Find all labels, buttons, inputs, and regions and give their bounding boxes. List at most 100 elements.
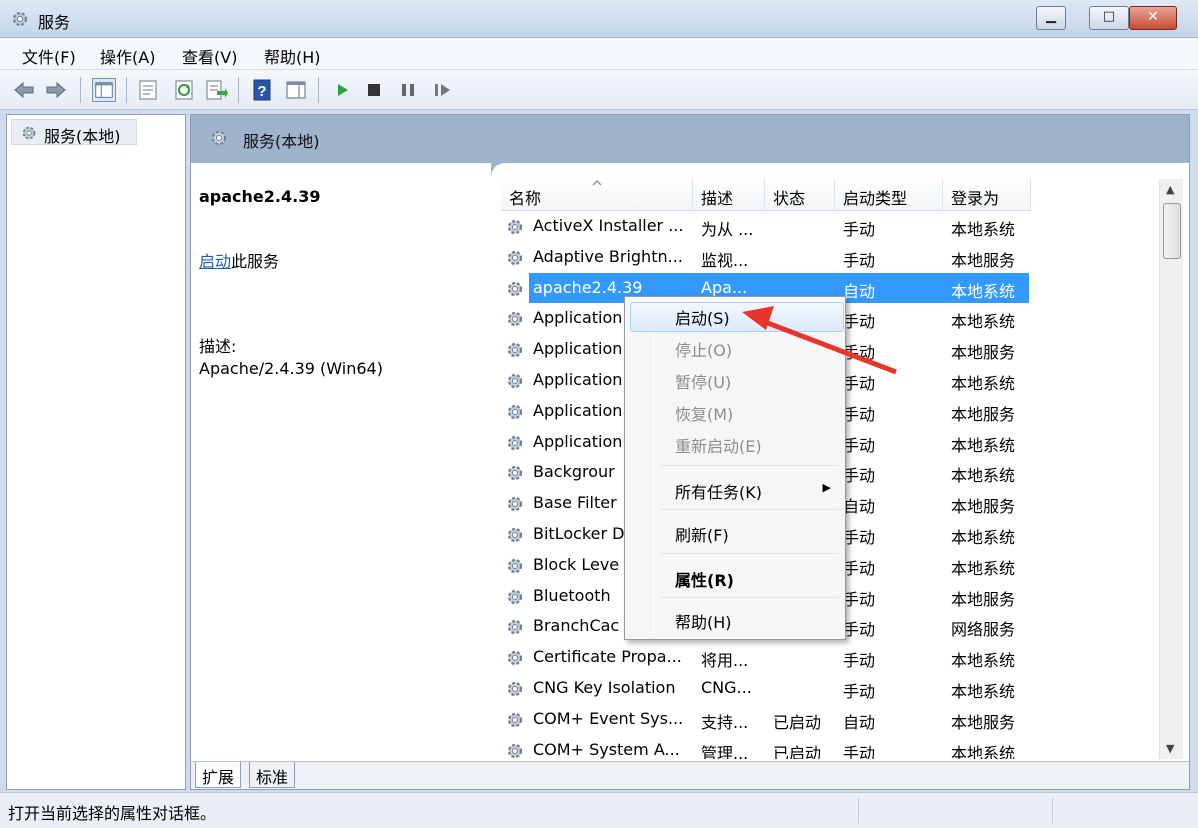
action-suffix: 此服务	[231, 252, 280, 271]
view-tabs: 扩展 标准	[191, 761, 1189, 789]
service-gear-icon	[507, 743, 523, 758]
toolbar-separator	[238, 77, 239, 103]
column-header-label: 描述	[701, 189, 734, 208]
cell-name: COM+ Event Sys...	[533, 708, 684, 728]
status-divider	[1052, 797, 1053, 823]
sort-ascending-icon	[592, 179, 602, 186]
table-row[interactable]: COM+ System A... 管理... 已启动 手动 本地系统	[501, 735, 1159, 759]
cell-logon: 本地服务	[951, 712, 1016, 732]
vertical-scrollbar[interactable]: ▲ ▼	[1159, 179, 1183, 759]
table-row[interactable]: Certificate Propa... 将用... 手动 本地系统	[501, 642, 1159, 673]
services-gear-icon	[13, 12, 27, 26]
service-gear-icon	[507, 527, 523, 543]
tab-extended[interactable]: 扩展	[195, 762, 242, 788]
menu-item-label: 刷新(F)	[675, 526, 729, 545]
cell-name: apache2.4.39	[533, 277, 643, 297]
maximize-button[interactable]: □	[1089, 6, 1129, 30]
cell-desc: Apa...	[701, 277, 748, 297]
column-header-label: 状态	[773, 189, 806, 208]
cell-logon: 本地系统	[951, 743, 1016, 759]
service-gear-icon	[507, 312, 523, 327]
back-icon[interactable]	[12, 78, 36, 102]
close-button[interactable]: ✕	[1129, 6, 1177, 30]
tree-node-services-local[interactable]: 服务(本地)	[11, 119, 137, 146]
menu-item-restart[interactable]: 重新启动(E)	[627, 427, 843, 459]
cell-status: 已启动	[773, 743, 822, 759]
action-line: 启动此服务	[199, 248, 279, 272]
menu-item-all-tasks[interactable]: 所有任务(K) ▶	[627, 473, 843, 505]
start-service-icon[interactable]	[330, 78, 354, 102]
description-text: Apache/2.4.39 (Win64)	[199, 359, 383, 378]
cell-startup: 手动	[843, 404, 876, 424]
cell-logon: 本地系统	[951, 312, 1016, 332]
menu-item-help[interactable]: 帮助(H)	[627, 603, 843, 635]
description-label: 描述:	[199, 337, 237, 356]
column-header-name[interactable]: 名称	[501, 179, 693, 211]
help-icon[interactable]: ?	[250, 78, 274, 102]
minimize-button[interactable]: ▁	[1036, 6, 1066, 30]
table-row[interactable]: CNG Key Isolation CNG... 手动 本地系统	[501, 673, 1159, 704]
menu-separator	[661, 597, 839, 598]
cell-logon: 本地系统	[951, 374, 1016, 393]
minimize-icon: ▁	[1046, 9, 1056, 24]
tab-standard[interactable]: 标准	[249, 762, 296, 788]
service-gear-icon	[507, 466, 523, 481]
column-header-description[interactable]: 描述	[693, 179, 765, 211]
stop-service-icon[interactable]	[362, 78, 386, 102]
menu-item-refresh[interactable]: 刷新(F)	[627, 516, 843, 548]
show-tree-icon[interactable]	[92, 78, 116, 102]
service-gear-icon	[507, 404, 523, 419]
menu-view[interactable]: 查看(V)	[182, 44, 237, 68]
resume-service-icon[interactable]	[430, 78, 454, 102]
menu-action[interactable]: 操作(A)	[100, 44, 155, 68]
scroll-up-icon[interactable]: ▲	[1166, 183, 1174, 196]
cell-logon: 本地系统	[951, 558, 1016, 578]
cell-name: COM+ System A...	[533, 739, 680, 759]
status-text: 打开当前选择的属性对话框。	[8, 804, 217, 823]
menu-item-resume[interactable]: 恢复(M)	[627, 395, 843, 427]
scroll-thumb[interactable]	[1163, 203, 1181, 259]
service-gear-icon	[507, 435, 523, 450]
cell-logon: 网络服务	[951, 620, 1016, 640]
scroll-down-icon[interactable]: ▼	[1166, 742, 1174, 755]
cell-desc: 为从 ...	[701, 220, 754, 239]
properties-icon[interactable]	[136, 78, 160, 102]
service-gear-icon	[507, 373, 523, 389]
menu-item-properties[interactable]: 属性(R)	[627, 561, 843, 593]
column-header-startup-type[interactable]: 启动类型	[835, 179, 943, 211]
table-row[interactable]: COM+ Event Sys... 支持... 已启动 自动 本地服务	[501, 704, 1159, 735]
svg-text:?: ?	[257, 83, 266, 100]
tree-pane: 服务(本地)	[6, 114, 186, 790]
service-gear-icon	[507, 250, 523, 265]
menu-separator	[661, 465, 839, 466]
column-header-label: 启动类型	[843, 189, 908, 208]
column-header-logon-as[interactable]: 登录为	[943, 179, 1031, 211]
menu-file[interactable]: 文件(F)	[22, 44, 76, 68]
table-row[interactable]: ActiveX Installer ... 为从 ... 手动 本地系统	[501, 211, 1159, 242]
menu-item-label: 启动(S)	[675, 309, 730, 328]
start-service-link[interactable]: 启动	[199, 252, 231, 271]
service-gear-icon	[507, 681, 523, 697]
annotation-arrow-icon	[742, 306, 897, 375]
services-gear-icon	[22, 126, 36, 140]
forward-icon[interactable]	[44, 78, 68, 102]
cell-startup: 自动	[843, 497, 876, 517]
cell-startup: 手动	[843, 528, 876, 547]
cell-startup: 自动	[843, 712, 876, 732]
service-gear-icon	[507, 620, 523, 635]
pause-service-icon[interactable]	[396, 78, 420, 102]
column-header-label: 名称	[509, 189, 542, 208]
selected-service-name: apache2.4.39	[199, 187, 321, 206]
cell-desc: 将用...	[701, 651, 749, 671]
cell-logon: 本地系统	[951, 466, 1016, 486]
menu-item-label: 帮助(H)	[675, 613, 732, 632]
cell-status: 已启动	[773, 712, 822, 732]
service-gear-icon	[507, 497, 523, 512]
export-list-icon[interactable]	[204, 78, 228, 102]
refresh-icon[interactable]	[172, 78, 196, 102]
column-header-status[interactable]: 状态	[765, 179, 835, 211]
cell-startup: 手动	[843, 743, 876, 759]
show-action-pane-icon[interactable]	[284, 78, 308, 102]
menu-help[interactable]: 帮助(H)	[264, 44, 321, 68]
table-row[interactable]: Adaptive Brightn... 监视... 手动 本地服务	[501, 242, 1159, 273]
